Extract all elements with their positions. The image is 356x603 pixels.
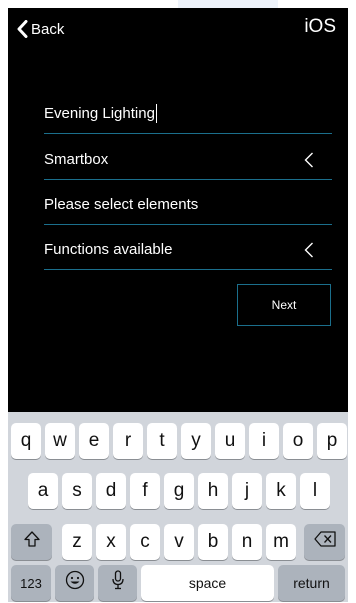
space-key-label: space	[188, 575, 227, 591]
functions-select[interactable]: Functions available	[44, 230, 332, 270]
key-label: d	[105, 480, 117, 501]
key-label: m	[273, 531, 289, 552]
elements-select[interactable]: Please select elements	[44, 185, 332, 225]
key-label: b	[207, 531, 219, 552]
shift-icon	[23, 530, 41, 554]
key-p[interactable]: p	[317, 423, 347, 459]
microphone-icon	[111, 570, 125, 596]
chevron-left-icon	[304, 242, 314, 262]
key-o[interactable]: o	[283, 423, 313, 459]
smartbox-select[interactable]: Smartbox	[44, 140, 332, 180]
select-elements-prompt: Please select elements	[44, 196, 199, 213]
numbers-key-label: 123	[20, 575, 42, 591]
key-r[interactable]: r	[113, 423, 143, 459]
key-h[interactable]: h	[198, 473, 228, 509]
text-cursor	[155, 104, 158, 123]
key-label: e	[88, 430, 100, 451]
chevron-left-icon	[304, 152, 314, 172]
dictation-key[interactable]	[98, 565, 137, 601]
name-input-value: Evening Lighting	[44, 105, 155, 122]
key-label: z	[72, 531, 82, 552]
key-label: h	[207, 480, 219, 501]
backspace-icon	[313, 531, 336, 553]
numbers-key[interactable]: 123	[11, 565, 51, 601]
return-key[interactable]: return	[278, 565, 345, 601]
key-label: j	[244, 480, 250, 501]
space-key[interactable]: space	[141, 565, 274, 601]
key-label: y	[191, 430, 201, 451]
key-label: s	[72, 480, 82, 501]
shift-key[interactable]	[11, 524, 52, 560]
key-z[interactable]: z	[62, 524, 92, 560]
key-f[interactable]: f	[130, 473, 160, 509]
return-key-label: return	[293, 575, 330, 591]
key-label: i	[261, 430, 267, 451]
key-label: p	[326, 430, 338, 451]
backspace-key[interactable]	[304, 524, 345, 560]
key-label: r	[124, 430, 132, 451]
key-a[interactable]: a	[28, 473, 58, 509]
key-label: c	[140, 531, 150, 552]
key-j[interactable]: j	[232, 473, 262, 509]
key-label: u	[224, 430, 236, 451]
platform-label: iOS	[304, 16, 336, 37]
phone-screen: Back iOS Evening Lighting Smartbox Pleas…	[8, 8, 348, 602]
key-label: a	[37, 480, 49, 501]
key-label: t	[159, 430, 165, 451]
key-label: f	[142, 480, 148, 501]
key-label: k	[276, 480, 286, 501]
key-x[interactable]: x	[96, 524, 126, 560]
key-label: o	[292, 430, 304, 451]
key-b[interactable]: b	[198, 524, 228, 560]
name-input[interactable]: Evening Lighting	[44, 94, 332, 134]
key-label: g	[173, 480, 185, 501]
keyboard: qwe r t y u i o p a s d f g h j k l z x c v b n m 123 space …	[8, 412, 348, 602]
chevron-left-icon	[17, 20, 28, 38]
functions-label: Functions available	[44, 241, 173, 258]
key-label: w	[53, 430, 67, 451]
key-g[interactable]: g	[164, 473, 194, 509]
key-v[interactable]: v	[164, 524, 194, 560]
back-button[interactable]: Back	[17, 18, 64, 40]
key-c[interactable]: c	[130, 524, 160, 560]
key-label: l	[312, 480, 318, 501]
key-i[interactable]: i	[249, 423, 279, 459]
key-label: n	[241, 531, 253, 552]
key-label: q	[20, 430, 32, 451]
key-label: x	[106, 531, 116, 552]
key-l[interactable]: l	[300, 473, 330, 509]
key-u[interactable]: u	[215, 423, 245, 459]
next-button[interactable]: Next	[237, 284, 331, 326]
key-k[interactable]: k	[266, 473, 296, 509]
key-m[interactable]: m	[266, 524, 296, 560]
back-label: Back	[31, 20, 65, 38]
key-y[interactable]: y	[181, 423, 211, 459]
smartbox-label: Smartbox	[44, 151, 109, 168]
key-t[interactable]: t	[147, 423, 177, 459]
key-s[interactable]: s	[62, 473, 92, 509]
emoji-icon	[65, 570, 85, 596]
navigation-bar: Back iOS	[8, 8, 348, 48]
next-button-label: Next	[271, 298, 297, 312]
key-e[interactable]: e	[79, 423, 109, 459]
key-label: v	[174, 531, 184, 552]
key-q[interactable]: q	[11, 423, 41, 459]
key-d[interactable]: d	[96, 473, 126, 509]
top-tab-decoration	[178, 0, 278, 8]
key-w[interactable]: w	[45, 423, 75, 459]
key-n[interactable]: n	[232, 524, 262, 560]
emoji-key[interactable]	[55, 565, 94, 601]
